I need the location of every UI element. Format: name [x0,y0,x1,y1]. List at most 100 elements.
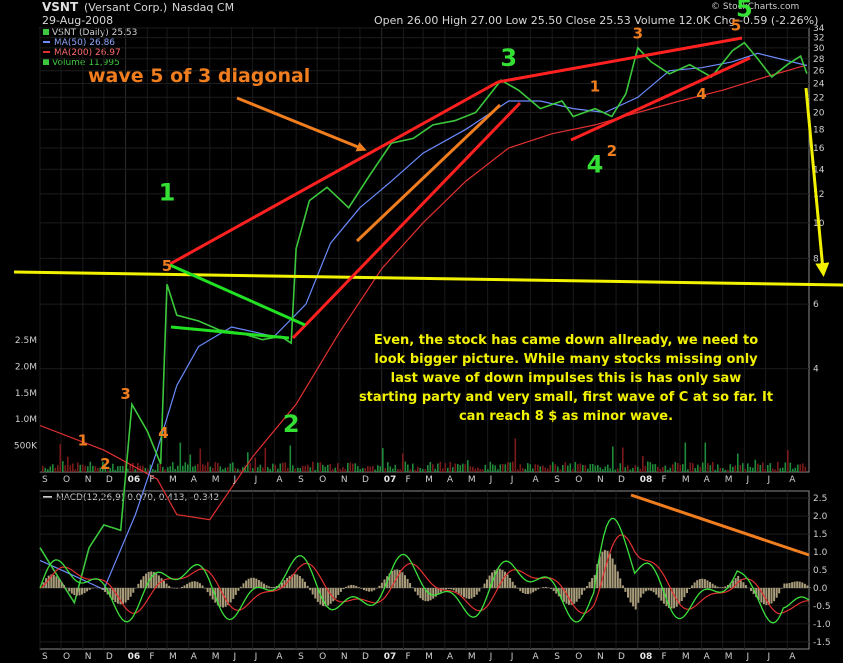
volume-bar [492,464,494,472]
macd-histogram-bar [573,588,576,604]
macd-histogram-bar [711,583,714,588]
volume-bar [477,467,479,472]
macd-histogram-bar [193,581,196,588]
x-tick-label-price: J [766,475,770,485]
volume-bar [432,464,434,472]
volume-bar [299,468,302,472]
volume-bar [794,467,797,472]
macd-histogram-bar [609,553,612,588]
wave-label-green: 5 [736,0,753,23]
volume-bar [699,466,702,472]
macd-histogram-bar [475,588,478,595]
volume-bar [567,465,569,472]
volume-bar [222,469,224,472]
macd-histogram-bar [52,574,55,588]
x-tick-label-macd: N [85,652,92,662]
volume-bar [87,466,89,472]
x-tick-label-macd: O [575,652,582,662]
volume-bar [319,462,322,472]
wave-label-orange: 2 [100,455,110,473]
macd-histogram-bar [624,588,627,592]
macd-histogram-bar [483,583,486,588]
macd-histogram-bar [404,575,406,588]
volume-bar [179,442,182,472]
volume-bar [82,464,84,472]
volume-bar [174,468,177,472]
macd-histogram-bar [529,588,532,594]
volume-bar [599,467,602,472]
macd-histogram-bar [629,588,632,603]
volume-bar [804,466,807,472]
x-tick-label-price: J [489,475,493,485]
macd-histogram-bar [265,585,268,588]
volume-bar [542,465,544,472]
volume-bar [237,468,239,472]
volume-bar [342,467,344,472]
volume-bar [422,468,424,472]
x-tick-label-price: M [682,475,690,485]
volume-bar [229,463,232,472]
volume-bar [572,469,574,472]
x-tick-label-price: A [704,475,711,485]
macd-histogram-bar [368,588,371,592]
volume-bar [162,466,164,472]
x-tick-label-macd: N [341,652,348,662]
volume-bar [207,461,209,472]
volume-bar [77,462,79,472]
volume-bar [117,466,119,472]
x-tick-label-macd: M [725,652,733,662]
macd-histogram-bar [360,588,363,589]
x-tick-label-price: 08 [640,475,653,485]
x-tick-label-macd: D [106,652,113,662]
wave-label-green: 3 [500,44,517,72]
macd-histogram-bar [796,581,799,588]
macd-histogram-bar [252,577,255,588]
macd-histogram-bar [675,588,678,607]
volume-bar [509,462,512,472]
volume-bar [427,465,429,472]
volume-bar [449,461,452,472]
wave-label-orange: 3 [120,385,130,403]
volume-bar [512,461,514,472]
macd-histogram-bar [309,588,312,591]
volume-bar [767,465,769,472]
macd-histogram-bar [421,588,424,601]
macd-histogram-bar [68,588,71,592]
x-tick-label-macd: N [597,652,604,662]
volume-bar [484,464,487,472]
volume-bar [304,465,307,472]
volume-bar [719,467,722,472]
volume-bar [724,469,727,472]
macd-histogram-bar [311,588,314,595]
macd-histogram-bar [181,586,183,588]
volume-bar [759,465,762,472]
macd-histogram-bar [65,588,68,589]
volume-bar [434,468,437,472]
macd-histogram-bar [514,585,517,588]
volume-bar [144,467,147,472]
volume-bar [652,464,654,472]
volume-bar [209,466,212,472]
volume-bar [769,463,772,472]
volume-bar [354,463,357,472]
volume-bar [72,463,74,472]
volume-bar [677,462,679,472]
volume-bar [327,464,329,472]
x-tick-label-price: J [745,475,749,485]
macd-histogram-bar [457,588,460,594]
volume-bar [274,464,277,472]
volume-bar [614,469,617,472]
volume-bar [312,461,314,472]
volume-bar [64,465,67,472]
volume-bar [297,467,299,472]
x-tick-label-price: S [298,475,304,485]
volume-bar [452,467,454,472]
x-tick-label-price: A [276,475,283,485]
volume-bar [199,448,202,472]
macd-histogram-bar [255,578,258,588]
volume-bar [379,466,382,472]
volume-bar [89,461,92,472]
volume-bar [437,463,439,472]
volume-bar [592,464,594,472]
x-tick-label-price: S [42,475,48,485]
